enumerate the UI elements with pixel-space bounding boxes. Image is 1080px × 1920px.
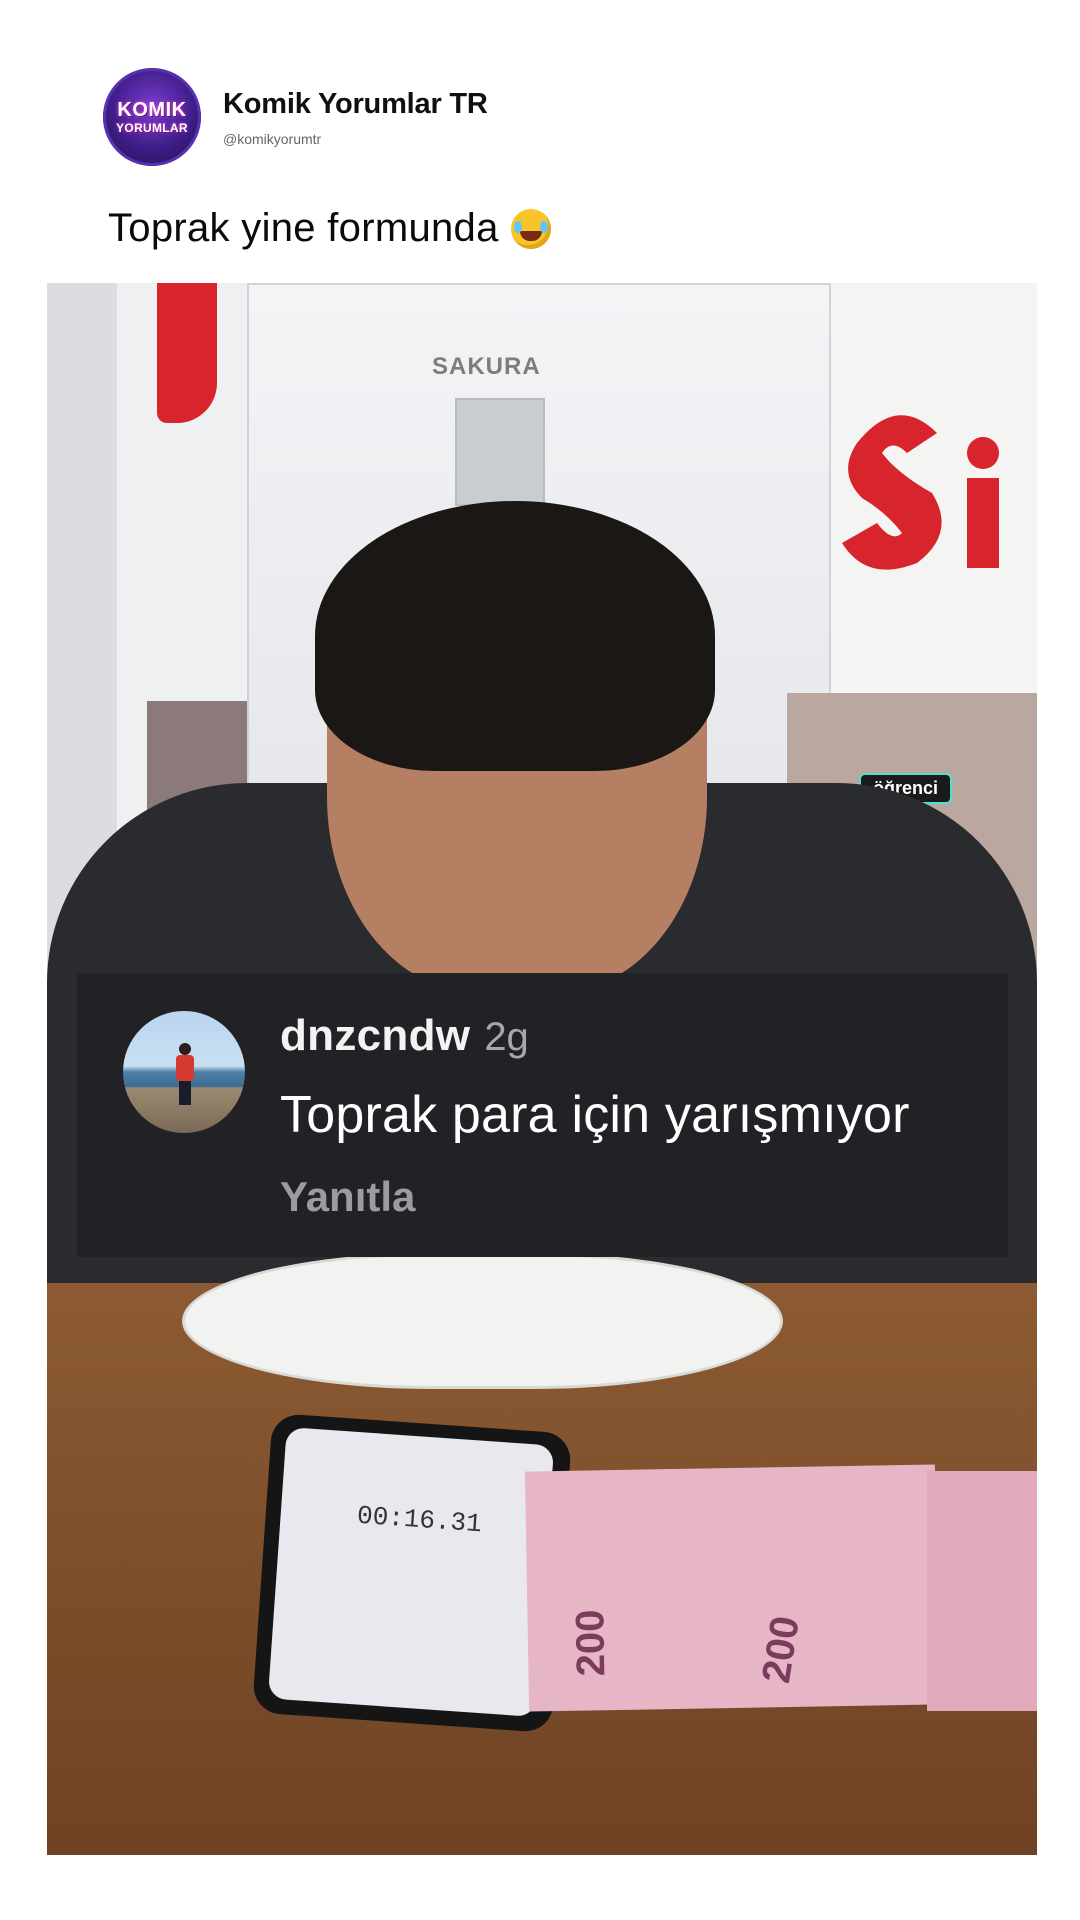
avatar-logo-line-1: KOMIK: [117, 99, 187, 121]
post-header: KOMIK YORUMLAR Komik Yorumlar TR @komiky…: [103, 68, 488, 166]
video-banknotes: 200 200: [524, 1464, 940, 1712]
author-handle[interactable]: @komikyorumtr: [223, 131, 488, 147]
video-brand-text: SAKURA: [432, 353, 541, 380]
banknote-value: 200: [754, 1613, 808, 1686]
banknote-value: 200: [568, 1609, 614, 1677]
caption-text: Toprak yine formunda: [108, 206, 499, 250]
video-fridge-display: [455, 398, 545, 506]
commenter-username[interactable]: dnzcndw: [280, 1011, 470, 1061]
avatar-person-figure: [176, 1043, 194, 1105]
author-names: Komik Yorumlar TR @komikyorumtr: [223, 88, 488, 147]
post-caption: Toprak yine formunda: [108, 206, 551, 251]
commenter-avatar[interactable]: [123, 1011, 245, 1133]
comment-card: dnzcndw 2g Toprak para için yarışmıyor Y…: [77, 973, 1008, 1257]
comment-time: 2g: [484, 1015, 529, 1059]
account-avatar[interactable]: KOMIK YORUMLAR: [103, 68, 201, 166]
video-person-hair: [315, 501, 715, 771]
video-decoration: [157, 283, 217, 423]
video-plate: [182, 1253, 783, 1389]
author-display-name[interactable]: Komik Yorumlar TR: [223, 88, 488, 121]
reply-button[interactable]: Yanıtla: [280, 1173, 415, 1221]
comment-meta: dnzcndw 2g: [280, 1011, 529, 1061]
video-banknote-edge: [927, 1471, 1037, 1711]
face-with-tears-of-joy-icon: [510, 208, 551, 249]
comment-text: Toprak para için yarışmıyor: [280, 1086, 910, 1144]
video-poster-letters: [842, 415, 999, 570]
video-phone-screen: [267, 1426, 555, 1718]
avatar-logo-line-2: YORUMLAR: [116, 121, 188, 135]
